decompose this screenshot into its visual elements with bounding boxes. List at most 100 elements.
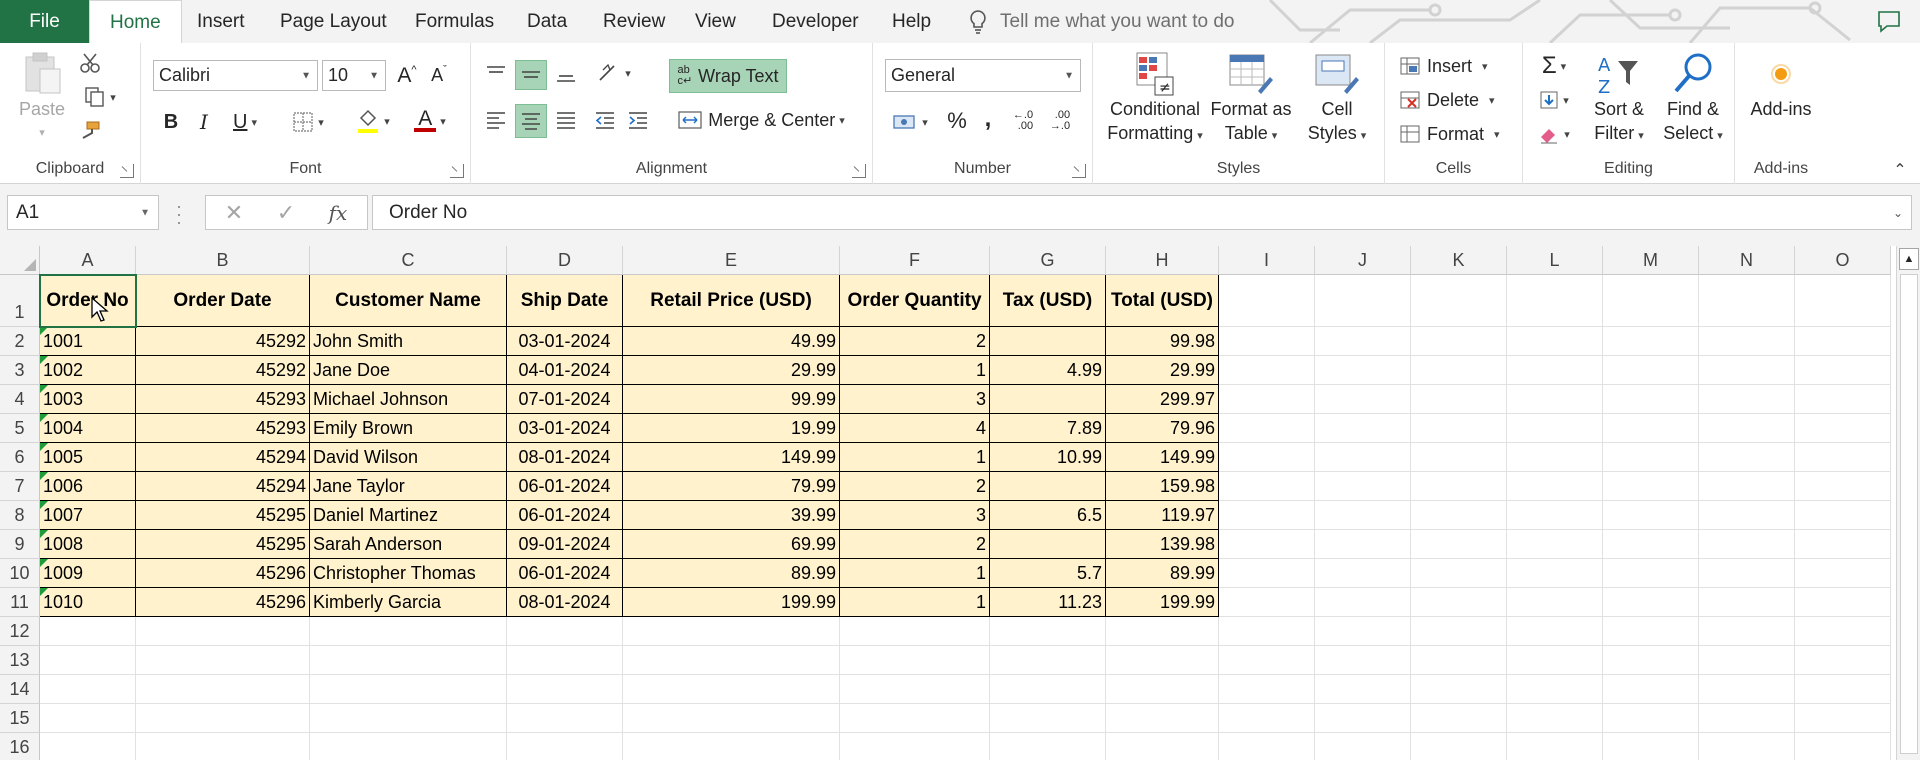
cell-f3[interactable]: 1 <box>840 356 990 385</box>
tab-home[interactable]: Home <box>89 0 182 44</box>
cell-k3[interactable] <box>1411 356 1507 385</box>
cell-e14[interactable] <box>623 675 840 704</box>
cell-d12[interactable] <box>507 617 623 646</box>
insert-cells-button[interactable]: Insert ▾ <box>1399 51 1511 81</box>
cell-n6[interactable] <box>1699 443 1795 472</box>
cell-l10[interactable] <box>1507 559 1603 588</box>
cell-j11[interactable] <box>1315 588 1411 617</box>
cell-g1[interactable]: Tax (USD) <box>990 275 1106 327</box>
cell-g11[interactable]: 11.23 <box>990 588 1106 617</box>
cell-f9[interactable]: 2 <box>840 530 990 559</box>
cell-c14[interactable] <box>310 675 507 704</box>
cell-o11[interactable] <box>1795 588 1891 617</box>
cell-c12[interactable] <box>310 617 507 646</box>
bottom-align-button[interactable] <box>552 60 580 88</box>
cell-l15[interactable] <box>1507 704 1603 733</box>
format-cells-button[interactable]: Format ▾ <box>1399 119 1511 149</box>
cell-a8[interactable]: 1007 <box>40 501 136 530</box>
cell-c16[interactable] <box>310 733 507 760</box>
column-header-j[interactable]: J <box>1315 246 1411 275</box>
cell-k9[interactable] <box>1411 530 1507 559</box>
cell-e5[interactable]: 19.99 <box>623 414 840 443</box>
cell-m14[interactable] <box>1603 675 1699 704</box>
addins-button[interactable]: Add-ins <box>1743 57 1819 149</box>
cell-j12[interactable] <box>1315 617 1411 646</box>
find-select-button[interactable]: Find & Select ▾ <box>1657 51 1729 151</box>
cell-e13[interactable] <box>623 646 840 675</box>
cell-g5[interactable]: 7.89 <box>990 414 1106 443</box>
column-header-d[interactable]: D <box>507 246 623 275</box>
cell-e4[interactable]: 99.99 <box>623 385 840 414</box>
cell-a1[interactable]: Order No <box>40 275 136 327</box>
cell-o8[interactable] <box>1795 501 1891 530</box>
cell-o10[interactable] <box>1795 559 1891 588</box>
cell-e8[interactable]: 39.99 <box>623 501 840 530</box>
cell-g7[interactable] <box>990 472 1106 501</box>
cell-l3[interactable] <box>1507 356 1603 385</box>
cell-a9[interactable]: 1008 <box>40 530 136 559</box>
cell-o9[interactable] <box>1795 530 1891 559</box>
cell-d5[interactable]: 03-01-2024 <box>507 414 623 443</box>
tab-data[interactable]: Data <box>527 0 567 43</box>
percent-style-button[interactable]: % <box>943 105 971 137</box>
cell-o15[interactable] <box>1795 704 1891 733</box>
cell-g15[interactable] <box>990 704 1106 733</box>
cell-f1[interactable]: Order Quantity <box>840 275 990 327</box>
format-painter-button[interactable] <box>78 119 102 143</box>
row-header-4[interactable]: 4 <box>0 385 40 414</box>
cell-k11[interactable] <box>1411 588 1507 617</box>
cell-i10[interactable] <box>1219 559 1315 588</box>
cell-b5[interactable]: 45293 <box>136 414 310 443</box>
cell-c11[interactable]: Kimberly Garcia <box>310 588 507 617</box>
tab-review[interactable]: Review <box>603 0 665 43</box>
cell-i14[interactable] <box>1219 675 1315 704</box>
column-header-o[interactable]: O <box>1795 246 1891 275</box>
cell-h3[interactable]: 29.99 <box>1106 356 1219 385</box>
align-right-button[interactable] <box>552 105 580 135</box>
cell-b4[interactable]: 45293 <box>136 385 310 414</box>
cell-j16[interactable] <box>1315 733 1411 760</box>
cell-g13[interactable] <box>990 646 1106 675</box>
cell-m4[interactable] <box>1603 385 1699 414</box>
cell-d8[interactable]: 06-01-2024 <box>507 501 623 530</box>
comma-style-button[interactable]: , <box>977 103 999 135</box>
column-header-l[interactable]: L <box>1507 246 1603 275</box>
cell-o1[interactable] <box>1795 275 1891 327</box>
cell-b6[interactable]: 45294 <box>136 443 310 472</box>
cell-a12[interactable] <box>40 617 136 646</box>
cell-n8[interactable] <box>1699 501 1795 530</box>
cell-m15[interactable] <box>1603 704 1699 733</box>
cell-d9[interactable]: 09-01-2024 <box>507 530 623 559</box>
cell-k6[interactable] <box>1411 443 1507 472</box>
shrink-font-button[interactable]: Aˇ <box>426 60 452 91</box>
chevron-down-icon[interactable]: ▼ <box>140 207 150 218</box>
cell-j1[interactable] <box>1315 275 1411 327</box>
number-format-dropdown[interactable]: General ▼ <box>885 59 1081 92</box>
cell-e1[interactable]: Retail Price (USD) <box>623 275 840 327</box>
cell-l12[interactable] <box>1507 617 1603 646</box>
row-header-5[interactable]: 5 <box>0 414 40 443</box>
column-header-f[interactable]: F <box>840 246 990 275</box>
column-header-k[interactable]: K <box>1411 246 1507 275</box>
cut-button[interactable] <box>78 51 102 75</box>
insert-function-icon[interactable]: fx <box>316 196 360 229</box>
cell-f5[interactable]: 4 <box>840 414 990 443</box>
cell-f8[interactable]: 3 <box>840 501 990 530</box>
autosum-button[interactable]: Σ ▾ <box>1531 51 1577 81</box>
accounting-format-button[interactable]: ▾ <box>885 107 935 137</box>
cell-f10[interactable]: 1 <box>840 559 990 588</box>
cell-c15[interactable] <box>310 704 507 733</box>
column-header-h[interactable]: H <box>1106 246 1219 275</box>
cell-n4[interactable] <box>1699 385 1795 414</box>
cell-l14[interactable] <box>1507 675 1603 704</box>
cell-i8[interactable] <box>1219 501 1315 530</box>
cell-n7[interactable] <box>1699 472 1795 501</box>
cell-k14[interactable] <box>1411 675 1507 704</box>
cell-k2[interactable] <box>1411 327 1507 356</box>
copy-button[interactable]: ▾ <box>78 85 122 109</box>
sort-filter-button[interactable]: A Z Sort & Filter ▾ <box>1583 51 1655 151</box>
cell-d14[interactable] <box>507 675 623 704</box>
top-align-button[interactable] <box>482 60 510 88</box>
cell-m9[interactable] <box>1603 530 1699 559</box>
cell-m11[interactable] <box>1603 588 1699 617</box>
